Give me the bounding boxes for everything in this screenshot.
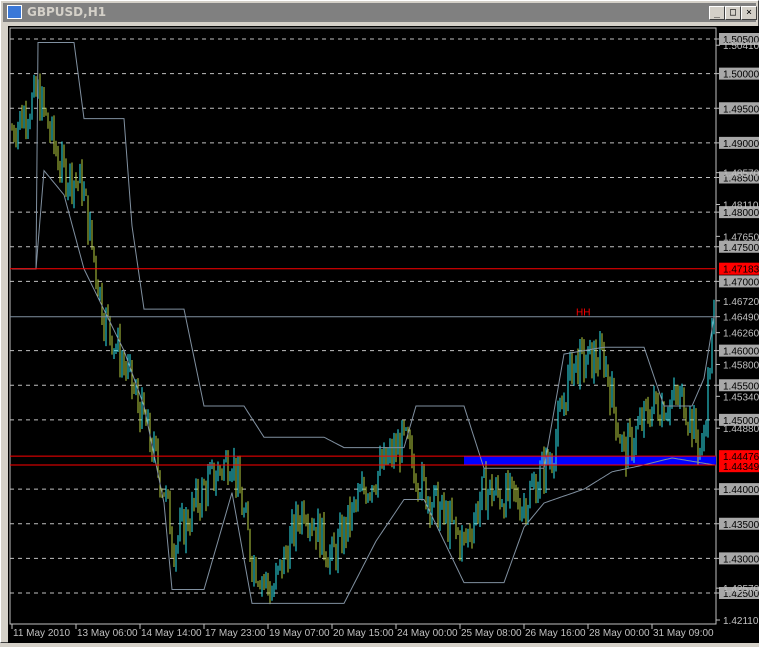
price-grid-label: 1.49500 (723, 104, 759, 115)
time-axis-label: 19 May 07:00 (269, 628, 330, 639)
plot-frame (9, 27, 717, 625)
time-axis-label: 24 May 00:00 (397, 628, 458, 639)
window-title: GBPUSD,H1 (27, 5, 107, 19)
price-axis-label: 1.48570 (723, 169, 759, 180)
price-axis-label: 1.47650 (723, 232, 759, 243)
time-axis-label: 11 May 2010 (13, 628, 71, 639)
price-grid-label: 1.47000 (723, 277, 759, 288)
price-grid-label: 1.49000 (723, 139, 759, 150)
maximize-icon: □ (729, 7, 737, 18)
price-grid-label: 1.45500 (723, 381, 759, 392)
price-grid-label: 1.47500 (723, 243, 759, 254)
chart-window: GBPUSD,H1 _ □ × 1.50500 1.50000 1.49500 1.4… (0, 0, 759, 643)
chart-canvas[interactable]: 1.505001.500001.495001.490001.485001.480… (8, 26, 759, 643)
red-price-label: 1.44349 (723, 462, 759, 473)
time-axis-label: 26 May 16:00 (525, 628, 586, 639)
hh-annotation: HH (576, 308, 590, 319)
price-grid-label: 1.46000 (723, 347, 759, 358)
lower-channel-line (12, 169, 715, 604)
minimize-icon: _ (713, 7, 721, 18)
maximize-button[interactable]: □ (725, 6, 741, 20)
time-axis-label: 31 May 09:00 (653, 628, 714, 639)
price-axis-label: 1.46260 (723, 329, 759, 340)
price-axis-label: 1.42110 (723, 616, 759, 627)
close-button[interactable]: × (741, 6, 757, 20)
price-axis-label: 1.46490 (723, 313, 759, 324)
chart-window-icon (7, 5, 22, 19)
price-grid-label: 1.50000 (723, 70, 759, 81)
price-axis-label: 1.50410 (723, 41, 759, 52)
title-bar[interactable]: GBPUSD,H1 _ □ × (3, 3, 757, 22)
price-axis-label: 1.44880 (723, 424, 759, 435)
time-axis-label: 17 May 23:00 (205, 628, 266, 639)
price-axis-label: 1.45800 (723, 360, 759, 371)
red-price-label: 1.47183 (723, 265, 759, 276)
price-chart[interactable]: 1.50500 1.50000 1.49500 1.49000 1.48500 1.480… (8, 26, 759, 643)
price-grid-label: 1.43000 (723, 554, 759, 565)
time-axis-label: 25 May 08:00 (461, 628, 522, 639)
price-grid-label: 1.44000 (723, 485, 759, 496)
time-axis-label: 20 May 15:00 (333, 628, 394, 639)
close-icon: × (745, 7, 753, 18)
price-axis-label: 1.42570 (723, 584, 759, 595)
price-axis-label: 1.48110 (723, 201, 759, 212)
minimize-button[interactable]: _ (709, 6, 725, 20)
support-zone (464, 456, 716, 465)
time-axis-label: 28 May 00:00 (589, 628, 650, 639)
price-axis-label: 1.45340 (723, 392, 759, 403)
price-axis-label: 1.46720 (723, 297, 759, 308)
price-grid-label: 1.43500 (723, 520, 759, 531)
time-axis-label: 14 May 14:00 (141, 628, 202, 639)
time-axis-label: 13 May 06:00 (77, 628, 138, 639)
upper-channel-line (12, 42, 715, 469)
